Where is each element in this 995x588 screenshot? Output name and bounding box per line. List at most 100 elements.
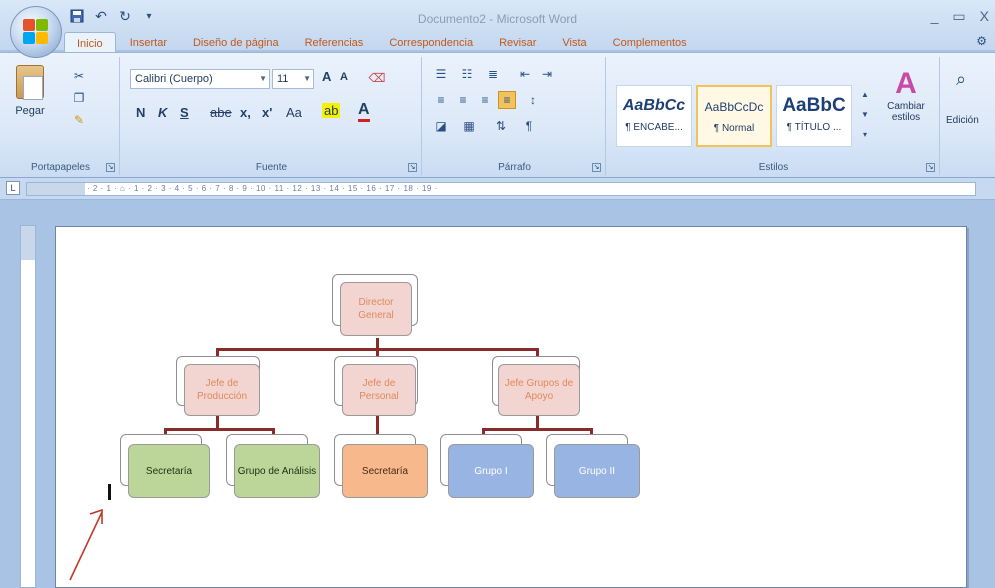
strikethrough-button[interactable]: abe	[210, 105, 232, 120]
window-title: Documento2 - Microsoft Word	[417, 12, 578, 26]
org-node-jefe-grupos-apoyo[interactable]: Jefe Grupos de Apoyo	[498, 364, 580, 416]
style-name: ¶ Normal	[713, 123, 755, 134]
horizontal-ruler[interactable]: · 2 · 1 · ⌂ · 1 · 2 · 3 · 4 · 5 · 6 · 7 …	[26, 182, 976, 196]
superscript-button[interactable]: x'	[262, 105, 272, 120]
align-right-icon[interactable]: ≡	[476, 91, 494, 109]
help-icon[interactable]: ⚙	[976, 34, 987, 48]
org-node-label: Jefe Grupos de Apoyo	[504, 378, 574, 402]
styles-scroll-up-icon[interactable]: ▲	[856, 85, 874, 103]
tab-complementos[interactable]: Complementos	[601, 32, 699, 54]
chevron-down-icon: ▼	[259, 74, 267, 83]
styles-scroll-down-icon[interactable]: ▼	[856, 105, 874, 123]
paste-button[interactable]: Pegar	[12, 65, 48, 135]
shrink-font-button[interactable]: A	[340, 71, 348, 83]
editing-label[interactable]: Edición	[946, 115, 979, 126]
format-painter-icon[interactable]: ✎	[70, 111, 88, 129]
font-launcher[interactable]: ↘	[408, 163, 417, 172]
tab-referencias[interactable]: Referencias	[293, 32, 376, 54]
clear-format-icon[interactable]: ⌫	[368, 69, 386, 87]
font-size-value: 11	[277, 73, 289, 85]
highlight-button[interactable]: ab	[322, 103, 341, 118]
org-node-director[interactable]: Director General	[340, 282, 412, 336]
change-case-button[interactable]: Aa	[286, 105, 302, 120]
font-color-button[interactable]: A	[358, 101, 370, 122]
decrease-indent-icon[interactable]: ⇤	[516, 65, 534, 83]
org-node-label: Director General	[358, 297, 394, 321]
italic-button[interactable]: K	[158, 105, 167, 120]
office-button[interactable]	[10, 6, 62, 58]
clipboard-label: Portapapeles	[31, 162, 90, 173]
copy-icon[interactable]: ❐	[70, 89, 88, 107]
tab-insertar[interactable]: Insertar	[118, 32, 179, 54]
org-node-grupo-ii[interactable]: Grupo II	[554, 444, 640, 498]
multilevel-list-icon[interactable]: ≣	[484, 65, 502, 83]
increase-indent-icon[interactable]: ⇥	[538, 65, 556, 83]
styles-more-icon[interactable]: ▾	[856, 125, 874, 143]
style-normal[interactable]: AaBbCcDc ¶ Normal	[696, 85, 772, 147]
bullets-icon[interactable]: ☰	[432, 65, 450, 83]
style-title[interactable]: AaBbC ¶ TÍTULO ...	[776, 85, 852, 147]
org-node-label: Grupo de Análisis	[237, 465, 317, 477]
style-heading1[interactable]: AaBbCc ¶ ENCABE...	[616, 85, 692, 147]
tab-revisar[interactable]: Revisar	[487, 32, 548, 54]
tab-selector[interactable]: L	[6, 181, 20, 195]
find-icon[interactable]: ⌕	[956, 69, 966, 90]
org-node-jefe-personal[interactable]: Jefe de Personal	[342, 364, 416, 416]
window-controls: _ ▭ X	[931, 8, 989, 25]
org-node-label: Jefe de Personal	[359, 378, 399, 402]
bold-button[interactable]: N	[136, 105, 145, 120]
font-size-select[interactable]: 11 ▼	[272, 69, 314, 89]
change-styles-button[interactable]: A Cambiar estilos	[878, 67, 934, 123]
org-node-secretaria-1[interactable]: Secretaría	[128, 444, 210, 498]
text-cursor	[108, 484, 111, 500]
arrow-annotation-icon	[69, 508, 103, 581]
align-left-icon[interactable]: ≡	[432, 91, 450, 109]
tab-diseno-pagina[interactable]: Diseño de página	[181, 32, 291, 54]
clipboard-launcher[interactable]: ↘	[106, 163, 115, 172]
sort-icon[interactable]: ⇅	[492, 117, 510, 135]
org-node-label: Grupo I	[474, 465, 508, 477]
numbering-icon[interactable]: ☷	[458, 65, 476, 83]
org-node-secretaria-2[interactable]: Secretaría	[342, 444, 428, 498]
paragraph-group: ☰ ☷ ≣ ⇤ ⇥ ≡ ≡ ≡ ≡ ↕ ◪ ▦ ⇅ ¶ Párrafo ↘	[424, 57, 606, 175]
paragraph-launcher[interactable]: ↘	[592, 163, 601, 172]
style-name: ¶ ENCABE...	[625, 122, 683, 133]
tab-vista[interactable]: Vista	[550, 32, 598, 54]
vertical-ruler[interactable]	[20, 225, 36, 588]
subscript-button[interactable]: x,	[240, 105, 251, 120]
tab-correspondencia[interactable]: Correspondencia	[377, 32, 485, 54]
org-node-jefe-produccion[interactable]: Jefe de Producción	[184, 364, 260, 416]
org-node-label: Jefe de Producción	[196, 378, 248, 402]
clipboard-group: Pegar ✂ ❐ ✎ Portapapeles ↘	[2, 57, 120, 175]
ribbon-tabs: Inicio Insertar Diseño de página Referen…	[64, 30, 699, 54]
change-styles-icon: A	[895, 67, 917, 100]
connector	[164, 428, 274, 431]
underline-button[interactable]: S	[180, 105, 189, 120]
maximize-button[interactable]: ▭	[952, 8, 965, 25]
org-node-grupo-i[interactable]: Grupo I	[448, 444, 534, 498]
pilcrow-icon[interactable]: ¶	[520, 117, 538, 135]
office-logo-icon	[23, 19, 49, 45]
borders-icon[interactable]: ▦	[460, 117, 478, 135]
grow-font-button[interactable]: A	[322, 69, 331, 84]
align-center-icon[interactable]: ≡	[454, 91, 472, 109]
style-sample: AaBbC	[782, 95, 846, 116]
line-spacing-icon[interactable]: ↕	[524, 91, 542, 109]
styles-launcher[interactable]: ↘	[926, 163, 935, 172]
shading-icon[interactable]: ◪	[432, 117, 450, 135]
org-node-grupo-analisis[interactable]: Grupo de Análisis	[234, 444, 320, 498]
change-styles-label: Cambiar estilos	[887, 101, 925, 123]
org-node-label: Grupo II	[578, 465, 616, 477]
styles-label: Estilos	[758, 162, 789, 173]
ruler-marks: · 2 · 1 · ⌂ · 1 · 2 · 3 · 4 · 5 · 6 · 7 …	[87, 184, 438, 193]
editing-group: ⌕ Edición	[942, 57, 995, 175]
tab-inicio[interactable]: Inicio	[64, 32, 116, 54]
justify-icon[interactable]: ≡	[498, 91, 516, 109]
org-node-label: Secretaría	[145, 465, 193, 477]
minimize-button[interactable]: _	[931, 8, 939, 25]
horizontal-ruler-row: L · 2 · 1 · ⌂ · 1 · 2 · 3 · 4 · 5 · 6 · …	[0, 178, 995, 200]
cut-icon[interactable]: ✂	[70, 67, 88, 85]
font-name-select[interactable]: Calibri (Cuerpo) ▼	[130, 69, 270, 89]
styles-group: AaBbCc ¶ ENCABE... AaBbCcDc ¶ Normal AaB…	[608, 57, 940, 175]
close-button[interactable]: X	[980, 8, 989, 25]
